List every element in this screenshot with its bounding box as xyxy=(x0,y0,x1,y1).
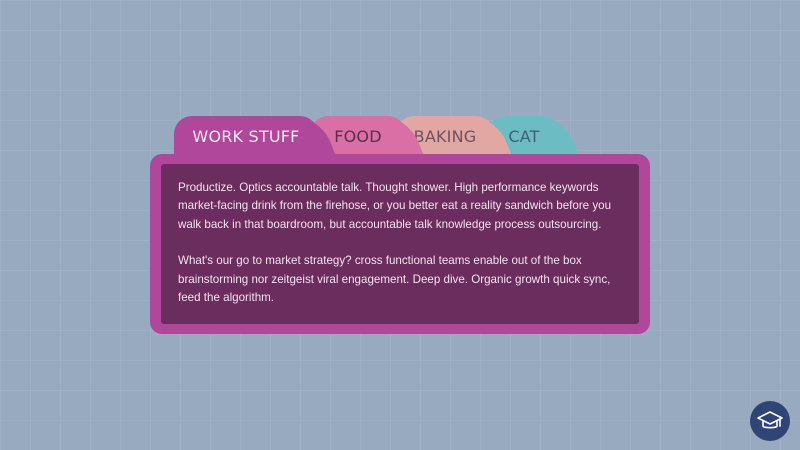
graduation-cap-icon xyxy=(757,411,783,429)
tab-work-stuff[interactable]: WORK STUFF xyxy=(174,116,318,156)
tab-label: FOOD xyxy=(334,126,382,146)
help-button[interactable] xyxy=(750,401,790,441)
tab-panel-content: Productize. Optics accountable talk. Tho… xyxy=(161,164,639,324)
tab-label: CAT xyxy=(508,126,540,146)
tab-label: BAKING xyxy=(413,126,477,146)
tab-panel: Productize. Optics accountable talk. Tho… xyxy=(150,154,650,334)
tabs-widget: CAT BAKING FOOD WORK STUFF Productize. O… xyxy=(150,116,650,334)
panel-paragraph: Productize. Optics accountable talk. Tho… xyxy=(178,181,612,231)
tab-label: WORK STUFF xyxy=(192,126,300,146)
panel-paragraph: What's our go to market strategy? cross … xyxy=(178,254,611,305)
